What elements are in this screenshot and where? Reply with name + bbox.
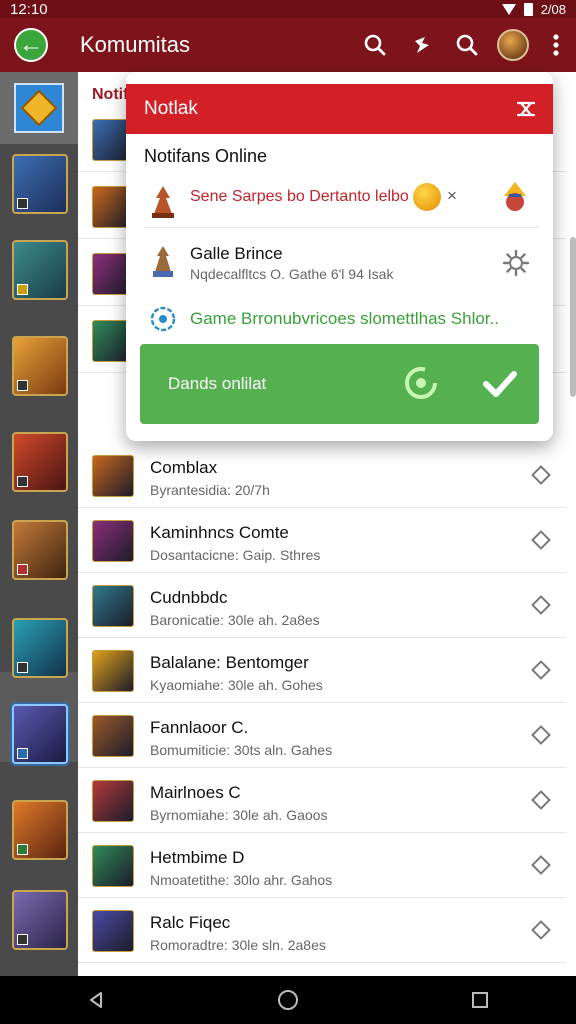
search-icon-2[interactable] xyxy=(444,18,490,72)
notification-popup: Notlak Notifans Online Sene Sarpes bo De… xyxy=(126,72,553,441)
popup-title: Notlak xyxy=(144,98,198,119)
list-item-title: Kaminhncs Comte xyxy=(150,523,289,542)
game-thumbnail xyxy=(92,520,134,562)
favorite-diamond-icon[interactable] xyxy=(531,595,551,615)
list-item-title: Hetmbime D xyxy=(150,848,245,867)
list-header: Notif xyxy=(92,86,129,103)
notification-item-2[interactable]: Galle Brince Nqdecalfltcs O. Gathe 6'l 9… xyxy=(144,232,539,294)
emoji-icon xyxy=(413,183,441,211)
share-icon[interactable] xyxy=(398,18,444,72)
rail-game-7[interactable] xyxy=(12,704,68,764)
status-bar: 12:10 2/08 xyxy=(0,0,576,18)
favorite-diamond-icon[interactable] xyxy=(531,855,551,875)
refresh-icon[interactable] xyxy=(402,364,440,402)
nav-recents-icon[interactable] xyxy=(470,990,490,1010)
list-item-subtitle: Byrantesidia: 20/7h xyxy=(150,482,270,498)
list-item-title: Mairlnoes C xyxy=(150,783,241,802)
close-icon[interactable] xyxy=(511,94,541,124)
list-item[interactable]: Hetmbime D Nmoatetithe: 30lo ahr. Gahos xyxy=(78,834,566,898)
status-right-text: 2/08 xyxy=(540,1,566,17)
check-icon[interactable] xyxy=(480,366,520,402)
list-item[interactable]: Fannlaoor C. Bomumiticie: 30ts aln. Gahes xyxy=(78,704,566,768)
rail-game-5[interactable] xyxy=(12,520,68,580)
notification-item-2-subtitle: Nqdecalfltcs O. Gathe 6'l 94 Isak xyxy=(190,266,394,282)
list-item-title: Comblax xyxy=(150,458,218,477)
rail-game-9[interactable] xyxy=(12,890,68,950)
game-thumbnail xyxy=(92,455,134,497)
favorite-diamond-icon[interactable] xyxy=(531,725,551,745)
status-time: 12:10 xyxy=(10,0,48,18)
notification-item-2-title: Galle Brince xyxy=(190,244,283,263)
game-piece-icon xyxy=(152,186,174,218)
list-item-title: Balalane: Bentomger xyxy=(150,653,309,672)
favorite-diamond-icon[interactable] xyxy=(531,530,551,550)
game-thumbnail xyxy=(92,845,134,887)
list-item-title: Cudnbbdc xyxy=(150,588,228,607)
game-thumbnail xyxy=(92,585,134,627)
list-item[interactable]: Cudnbbdc Baronicatie: 30le ah. 2a8es xyxy=(78,574,566,638)
rail-game-2[interactable] xyxy=(12,240,68,300)
favorite-diamond-icon[interactable] xyxy=(531,790,551,810)
rail-game-8[interactable] xyxy=(12,800,68,860)
notification-item-3-text: Game Brronubvricoes slomettlhas Shlor.. xyxy=(190,309,499,328)
gnome-avatar-icon xyxy=(504,182,526,211)
system-nav-bar xyxy=(0,976,576,1024)
rail-game-6[interactable] xyxy=(12,618,68,678)
user-avatar-icon[interactable] xyxy=(490,18,536,72)
shield-icon xyxy=(150,306,176,332)
list-item-subtitle: Nmoatetithe: 30lo ahr. Gahos xyxy=(150,872,333,888)
game-piece-icon-2 xyxy=(153,246,173,277)
game-thumbnail xyxy=(92,910,134,952)
list-item-title: Fannlaoor C. xyxy=(150,718,249,737)
game-thumbnail xyxy=(92,650,134,692)
search-icon[interactable] xyxy=(352,18,398,72)
gear-icon[interactable] xyxy=(501,248,531,278)
list-item-title: Ralc Fiqec xyxy=(150,913,231,932)
online-action-label: Dands onlilat xyxy=(168,374,267,393)
rail-game-1[interactable] xyxy=(12,154,68,214)
list-item[interactable]: Ralc Fiqec Romoradtre: 30le sln. 2a8es xyxy=(78,899,566,963)
list-item-subtitle: Byrnomiahe: 30le ah. Gaoos xyxy=(150,807,328,823)
favorite-diamond-icon[interactable] xyxy=(531,920,551,940)
popup-header: Notlak xyxy=(126,84,553,134)
list-item-subtitle: Dosantacicne: Gaip. Sthres xyxy=(150,547,321,563)
nav-back-icon[interactable] xyxy=(86,990,106,1010)
rail-game-4[interactable] xyxy=(12,432,68,492)
game-rail xyxy=(0,72,78,976)
favorite-diamond-icon[interactable] xyxy=(531,660,551,680)
rail-game-3[interactable] xyxy=(12,336,68,396)
battery-icon xyxy=(523,2,533,16)
notification-item-1[interactable]: Sene Sarpes bo Dertanto lelbo × xyxy=(144,172,539,228)
rail-home[interactable] xyxy=(0,72,78,144)
more-vert-icon[interactable] xyxy=(536,18,576,72)
back-arrow-icon[interactable]: ← xyxy=(14,28,48,62)
favorite-diamond-icon[interactable] xyxy=(531,465,551,485)
nav-home-icon[interactable] xyxy=(277,989,299,1011)
app-title: Komumitas xyxy=(80,32,191,57)
popup-subtitle: Notifans Online xyxy=(144,146,268,166)
list-item[interactable]: Comblax Byrantesidia: 20/7h xyxy=(78,444,566,508)
online-action-button[interactable]: Dands onlilat xyxy=(140,344,539,424)
list-item[interactable]: Kaminhncs Comte Dosantacicne: Gaip. Sthre… xyxy=(78,509,566,573)
list-item[interactable]: Mairlnoes C Byrnomiahe: 30le ah. Gaoos xyxy=(78,769,566,833)
list-item-subtitle: Kyaomiahe: 30le ah. Gohes xyxy=(150,677,323,693)
diamond-icon xyxy=(14,83,64,133)
list-item[interactable]: Balalane: Bentomger Kyaomiahe: 30le ah. G… xyxy=(78,639,566,703)
game-thumbnail xyxy=(92,715,134,757)
notification-item-1-text: Sene Sarpes bo Dertanto lelbo xyxy=(190,188,409,205)
app-bar: ← Komumitas xyxy=(0,18,576,72)
game-thumbnail xyxy=(92,780,134,822)
scrollbar[interactable] xyxy=(570,237,576,397)
status-icons: 2/08 xyxy=(501,1,566,17)
list-item-subtitle: Baronicatie: 30le ah. 2a8es xyxy=(150,612,320,628)
wifi-icon xyxy=(501,3,516,15)
list-item-subtitle: Romoradtre: 30le sln. 2a8es xyxy=(150,937,326,953)
dismiss-icon[interactable]: × xyxy=(447,186,457,206)
list-item-subtitle: Bomumiticie: 30ts aln. Gahes xyxy=(150,742,333,758)
